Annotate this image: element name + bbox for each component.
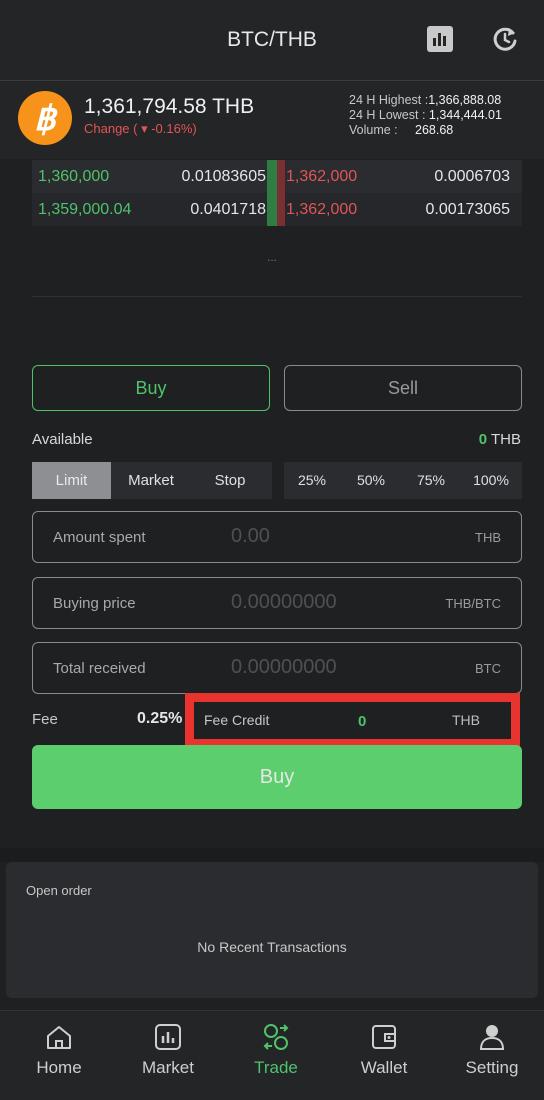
buying-price-field[interactable]: Buying price 0.00000000 THB/BTC — [32, 577, 522, 629]
fee-credit-value: 0 — [358, 713, 367, 730]
field-unit: BTC — [475, 661, 501, 676]
order-type-market[interactable]: Market — [111, 462, 191, 499]
nav-trade[interactable]: Trade — [222, 1011, 330, 1100]
percent-100-button[interactable]: 100% — [466, 462, 516, 499]
divider — [32, 296, 522, 297]
bid-price: 1,360,000 — [38, 168, 110, 185]
tab-buy[interactable]: Buy — [32, 365, 270, 411]
order-book-row[interactable]: 1,360,000 0.01083605 1,362,000 0.0006703 — [32, 160, 522, 193]
nav-wallet[interactable]: Wallet — [330, 1011, 438, 1100]
nav-label: Home — [36, 1058, 82, 1077]
fee-credit-label: Fee Credit — [204, 712, 270, 728]
total-received-field[interactable]: Total received 0.00000000 BTC — [32, 642, 522, 694]
field-value[interactable]: 0.00000000 — [231, 656, 337, 679]
bid-amount: 0.0401718 — [190, 201, 266, 218]
bid-amount: 0.01083605 — [181, 168, 266, 185]
fee-credit-unit: THB — [452, 712, 480, 728]
nav-label: Trade — [254, 1058, 298, 1077]
order-type-stop[interactable]: Stop — [191, 462, 269, 499]
open-orders-title: Open order — [26, 883, 92, 898]
pair-title: BTC/THB — [227, 28, 317, 51]
market-icon — [154, 1023, 182, 1051]
field-label: Buying price — [53, 595, 136, 612]
ask-price: 1,362,000 — [286, 201, 358, 218]
market-stats: 24 H Highest :1,366,888.08 24 H Lowest :… — [349, 93, 502, 137]
order-type-selector: Limit Market Stop — [32, 462, 272, 499]
available-label: Available — [32, 431, 93, 448]
percent-50-button[interactable]: 50% — [346, 462, 396, 499]
price-header: ฿ 1,361,794.58 THB Change ( ▾ -0.16%) 24… — [0, 81, 544, 159]
tab-sell[interactable]: Sell — [284, 365, 522, 411]
bitcoin-icon: ฿ — [18, 91, 72, 145]
wallet-icon — [370, 1023, 398, 1051]
open-orders-panel: Open order No Recent Transactions — [6, 862, 538, 998]
empty-state: No Recent Transactions — [197, 939, 347, 955]
nav-label: Setting — [465, 1058, 519, 1077]
price-change: Change ( ▾ -0.16%) — [84, 121, 197, 136]
nav-home[interactable]: Home — [5, 1011, 113, 1100]
bar-chart-icon[interactable] — [427, 26, 453, 52]
home-icon — [45, 1023, 73, 1051]
available-balance: 0 THB — [478, 431, 521, 448]
order-book: 1,360,000 0.01083605 1,362,000 0.0006703… — [32, 160, 522, 226]
bid-depth-bar — [267, 193, 277, 226]
percentage-selector: 25% 50% 75% 100% — [284, 462, 522, 499]
field-unit: THB/BTC — [445, 596, 501, 611]
refresh-icon[interactable] — [490, 24, 520, 54]
nav-label: Wallet — [360, 1058, 408, 1077]
bottom-nav: Home Market Trade Wallet Setting — [0, 1010, 544, 1100]
ask-price: 1,362,000 — [286, 168, 358, 185]
ask-depth-bar — [277, 160, 285, 193]
fee-label: Fee — [32, 711, 58, 728]
ask-depth-bar — [277, 193, 285, 226]
field-label: Amount spent — [53, 529, 146, 546]
fee-credit-highlight: Fee Credit 0 THB — [185, 693, 520, 748]
trade-icon — [262, 1023, 290, 1051]
amount-spent-field[interactable]: Amount spent 0.00 THB — [32, 511, 522, 563]
field-value[interactable]: 0.00 — [231, 525, 270, 548]
percent-75-button[interactable]: 75% — [406, 462, 456, 499]
order-type-limit[interactable]: Limit — [32, 462, 111, 499]
nav-setting[interactable]: Setting — [438, 1011, 544, 1100]
order-book-row[interactable]: 1,359,000.04 0.0401718 1,362,000 0.00173… — [32, 193, 522, 226]
user-icon — [478, 1023, 506, 1051]
more-indicator: ... — [266, 250, 277, 264]
nav-market[interactable]: Market — [114, 1011, 222, 1100]
buy-button[interactable]: Buy — [32, 745, 522, 809]
percent-25-button[interactable]: 25% — [287, 462, 337, 499]
last-price: 1,361,794.58 THB — [84, 95, 255, 118]
fee-value: 0.25% — [137, 710, 183, 727]
ask-amount: 0.0006703 — [434, 168, 510, 185]
top-bar: BTC/THB — [0, 0, 544, 80]
bid-depth-bar — [267, 160, 277, 193]
nav-label: Market — [142, 1058, 194, 1077]
bid-price: 1,359,000.04 — [38, 201, 132, 218]
field-value[interactable]: 0.00000000 — [231, 591, 337, 614]
field-label: Total received — [53, 660, 146, 677]
ask-amount: 0.00173065 — [425, 201, 510, 218]
field-unit: THB — [475, 530, 501, 545]
section-separator — [0, 848, 544, 862]
